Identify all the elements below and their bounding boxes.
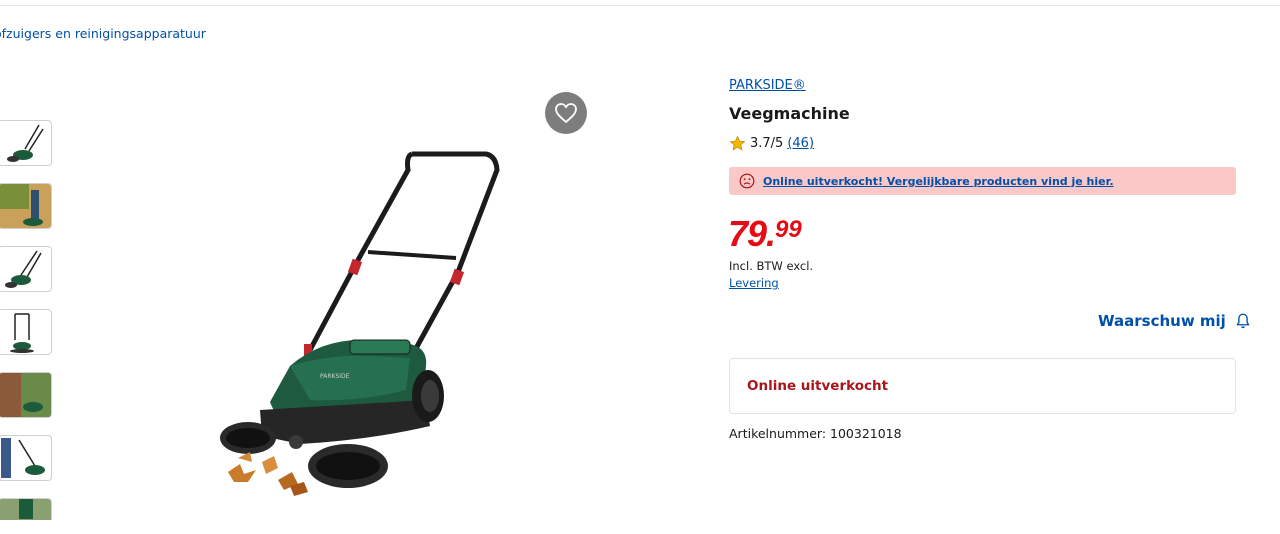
top-divider bbox=[0, 5, 1280, 6]
thumbnail-7[interactable] bbox=[0, 498, 52, 520]
product-image: PARKSIDE bbox=[220, 151, 500, 496]
price-decimals: 99 bbox=[775, 216, 802, 243]
notify-me-label: Waarschuw mij bbox=[1098, 312, 1226, 330]
heart-icon bbox=[555, 103, 577, 124]
vat-note: Incl. BTW excl. bbox=[729, 259, 814, 273]
delivery-link[interactable]: Levering bbox=[729, 276, 779, 290]
similar-products-link[interactable]: Online uitverkocht! Vergelijkbare produc… bbox=[763, 175, 1114, 188]
thumbnail-2[interactable] bbox=[0, 183, 52, 229]
thumbnail-1[interactable] bbox=[0, 120, 52, 166]
out-of-stock-alert: Online uitverkocht! Vergelijkbare produc… bbox=[729, 167, 1236, 195]
price: 79. 99 bbox=[728, 214, 802, 254]
product-title: Veegmachine bbox=[729, 104, 850, 123]
breadcrumb[interactable]: ofzuigers en reinigingsapparatuur bbox=[0, 26, 206, 41]
rating-value: 3.7/5 bbox=[750, 136, 784, 151]
thumbnail-6[interactable] bbox=[0, 435, 52, 481]
svg-text:PARKSIDE: PARKSIDE bbox=[320, 373, 350, 380]
stock-status-box: Online uitverkocht bbox=[729, 358, 1236, 414]
notify-me-button[interactable]: Waarschuw mij bbox=[1098, 312, 1252, 330]
sad-face-icon bbox=[739, 173, 755, 189]
thumbnail-5[interactable] bbox=[0, 372, 52, 418]
favorite-button[interactable] bbox=[545, 92, 587, 134]
brand-link[interactable]: PARKSIDE® bbox=[729, 78, 806, 93]
thumbnail-3[interactable] bbox=[0, 246, 52, 292]
rating: 3.7/5 (46) bbox=[729, 135, 814, 152]
article-number: Artikelnummer: 100321018 bbox=[729, 426, 902, 441]
stock-status: Online uitverkocht bbox=[747, 378, 889, 394]
thumbnail-gallery bbox=[0, 120, 54, 520]
bell-icon bbox=[1236, 313, 1250, 329]
price-integer: 79. bbox=[728, 213, 776, 254]
star-icon bbox=[729, 135, 746, 151]
thumbnail-4[interactable] bbox=[0, 309, 52, 355]
review-count-link[interactable]: (46) bbox=[787, 136, 814, 151]
